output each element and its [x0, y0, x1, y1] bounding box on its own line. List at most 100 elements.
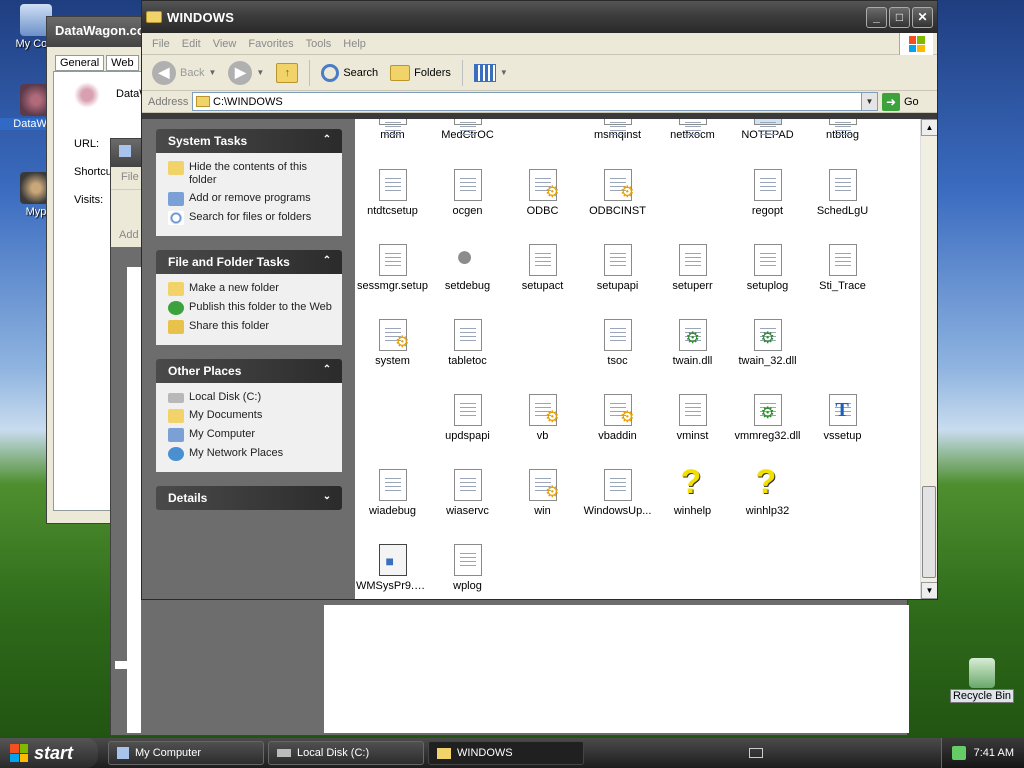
place-my-documents[interactable]: My Documents: [168, 409, 334, 423]
panel-header[interactable]: System Tasks ⌃: [156, 129, 342, 153]
task-make-folder[interactable]: Make a new folder: [168, 282, 334, 296]
file-name: vminst: [676, 430, 709, 442]
scroll-up-button[interactable]: ▲: [921, 119, 937, 136]
views-button[interactable]: ▼: [470, 62, 512, 84]
menu-help[interactable]: Help: [337, 38, 372, 50]
file-item[interactable]: ODBC: [505, 169, 580, 217]
desktop-icon-recycle-bin[interactable]: Recycle Bin: [940, 658, 1024, 703]
file-item[interactable]: setupact: [505, 244, 580, 292]
file-item[interactable]: setupapi: [580, 244, 655, 292]
file-item[interactable]: setdebug: [430, 240, 505, 292]
file-item[interactable]: tsoc: [580, 319, 655, 367]
task-share-folder[interactable]: Share this folder: [168, 320, 334, 334]
file-item[interactable]: sessmgr.setup: [355, 244, 430, 292]
clock[interactable]: 7:41 AM: [974, 747, 1014, 759]
file-item[interactable]: NOTEPAD: [730, 119, 805, 141]
file-item[interactable]: netfxocm: [655, 119, 730, 141]
explorer-window[interactable]: WINDOWS _ □ ✕ File Edit View Favorites T…: [141, 0, 938, 600]
collapse-icon[interactable]: ⌃: [320, 254, 334, 268]
menu-edit[interactable]: Edit: [176, 38, 207, 50]
place-network[interactable]: My Network Places: [168, 447, 334, 461]
file-item[interactable]: system: [355, 319, 430, 367]
address-input[interactable]: C:\WINDOWS ▼: [192, 92, 878, 111]
file-item[interactable]: ntdtcsetup: [355, 169, 430, 217]
taskbar-item-my-computer[interactable]: My Computer: [108, 741, 264, 765]
file-item[interactable]: vssetup: [805, 394, 880, 442]
task-search-files[interactable]: Search for files or folders: [168, 211, 334, 225]
computer-icon: [168, 428, 184, 442]
file-item[interactable]: mdm: [355, 119, 430, 141]
file-item[interactable]: wiaservc: [430, 469, 505, 517]
task-hide-contents[interactable]: Hide the contents of this folder: [168, 161, 334, 187]
file-item[interactable]: msmqinst: [580, 119, 655, 141]
file-item[interactable]: winhlp32: [730, 463, 805, 517]
text-file-icon: [453, 169, 482, 201]
taskbar-item-local-disk[interactable]: Local Disk (C:): [268, 741, 424, 765]
up-button[interactable]: ↑: [272, 61, 302, 85]
menu-tools[interactable]: Tools: [300, 38, 338, 50]
panel-header[interactable]: Details ⌄: [156, 486, 342, 510]
collapse-icon[interactable]: ⌃: [320, 363, 334, 377]
search-button[interactable]: Search: [317, 62, 382, 84]
file-item[interactable]: setuplog: [730, 244, 805, 292]
file-item[interactable]: WindowsUp...: [580, 469, 655, 517]
file-item[interactable]: wplog: [430, 544, 505, 592]
file-item[interactable]: MedCtrOC: [430, 119, 505, 141]
file-item[interactable]: regopt: [730, 169, 805, 217]
file-item[interactable]: twain.dll: [655, 319, 730, 367]
keyboard-icon[interactable]: [749, 748, 764, 758]
file-item[interactable]: updspapi: [430, 394, 505, 442]
scroll-thumb[interactable]: [922, 486, 936, 578]
place-local-disk[interactable]: Local Disk (C:): [168, 391, 334, 404]
panel-header[interactable]: File and Folder Tasks ⌃: [156, 250, 342, 274]
file-item[interactable]: vbaddin: [580, 394, 655, 442]
text-file-icon: [828, 169, 857, 201]
file-item[interactable]: winhelp: [655, 463, 730, 517]
text-file-icon: [753, 244, 782, 276]
forward-button[interactable]: ▶ ▼: [224, 59, 268, 87]
file-item[interactable]: ODBCINST: [580, 169, 655, 217]
file-item[interactable]: Sti_Trace: [805, 244, 880, 292]
file-item[interactable]: twain_32.dll: [730, 319, 805, 367]
folders-button[interactable]: Folders: [386, 63, 455, 83]
tab-web[interactable]: Web: [106, 55, 139, 71]
address-dropdown-button[interactable]: ▼: [861, 93, 877, 110]
file-item[interactable]: SchedLgU: [805, 169, 880, 217]
task-publish-web[interactable]: Publish this folder to the Web: [168, 301, 334, 315]
vertical-scrollbar[interactable]: ▲ ▼: [920, 119, 937, 599]
maximize-button[interactable]: □: [889, 6, 910, 28]
scroll-down-button[interactable]: ▼: [921, 582, 937, 599]
file-item[interactable]: tabletoc: [430, 319, 505, 367]
file-item[interactable]: setuperr: [655, 244, 730, 292]
tab-general[interactable]: General: [55, 55, 105, 71]
panel-header[interactable]: Other Places ⌃: [156, 359, 342, 383]
minimize-button[interactable]: _: [866, 6, 887, 28]
menu-file[interactable]: File: [146, 38, 176, 50]
file-name: setupapi: [596, 280, 639, 292]
search-icon: [168, 211, 184, 225]
task-add-remove-programs[interactable]: Add or remove programs: [168, 192, 334, 206]
file-item[interactable]: ntbtlog: [805, 119, 880, 141]
expand-icon[interactable]: ⌄: [320, 490, 334, 504]
panel-title: System Tasks: [168, 134, 248, 148]
network-tray-icon[interactable]: [951, 746, 966, 760]
file-item[interactable]: ocgen: [430, 169, 505, 217]
back-button[interactable]: ◀ Back ▼: [148, 59, 220, 87]
file-item[interactable]: WMSysPr9.prx: [355, 544, 430, 592]
start-button[interactable]: start: [0, 738, 98, 768]
file-item[interactable]: vb: [505, 394, 580, 442]
file-item[interactable]: vminst: [655, 394, 730, 442]
place-my-computer[interactable]: My Computer: [168, 428, 334, 442]
taskbar-item-windows[interactable]: WINDOWS: [428, 741, 584, 765]
menu-view[interactable]: View: [207, 38, 243, 50]
documents-folder-icon: [168, 409, 184, 423]
file-name: setuperr: [672, 280, 713, 292]
file-item[interactable]: vmmreg32.dll: [730, 394, 805, 442]
collapse-icon[interactable]: ⌃: [320, 133, 334, 147]
file-item[interactable]: win: [505, 469, 580, 517]
go-button[interactable]: ➜ Go: [882, 92, 919, 111]
file-item[interactable]: wiadebug: [355, 469, 430, 517]
menu-favorites[interactable]: Favorites: [242, 38, 299, 50]
close-button[interactable]: ✕: [912, 6, 933, 28]
title-bar[interactable]: WINDOWS _ □ ✕: [142, 1, 937, 33]
